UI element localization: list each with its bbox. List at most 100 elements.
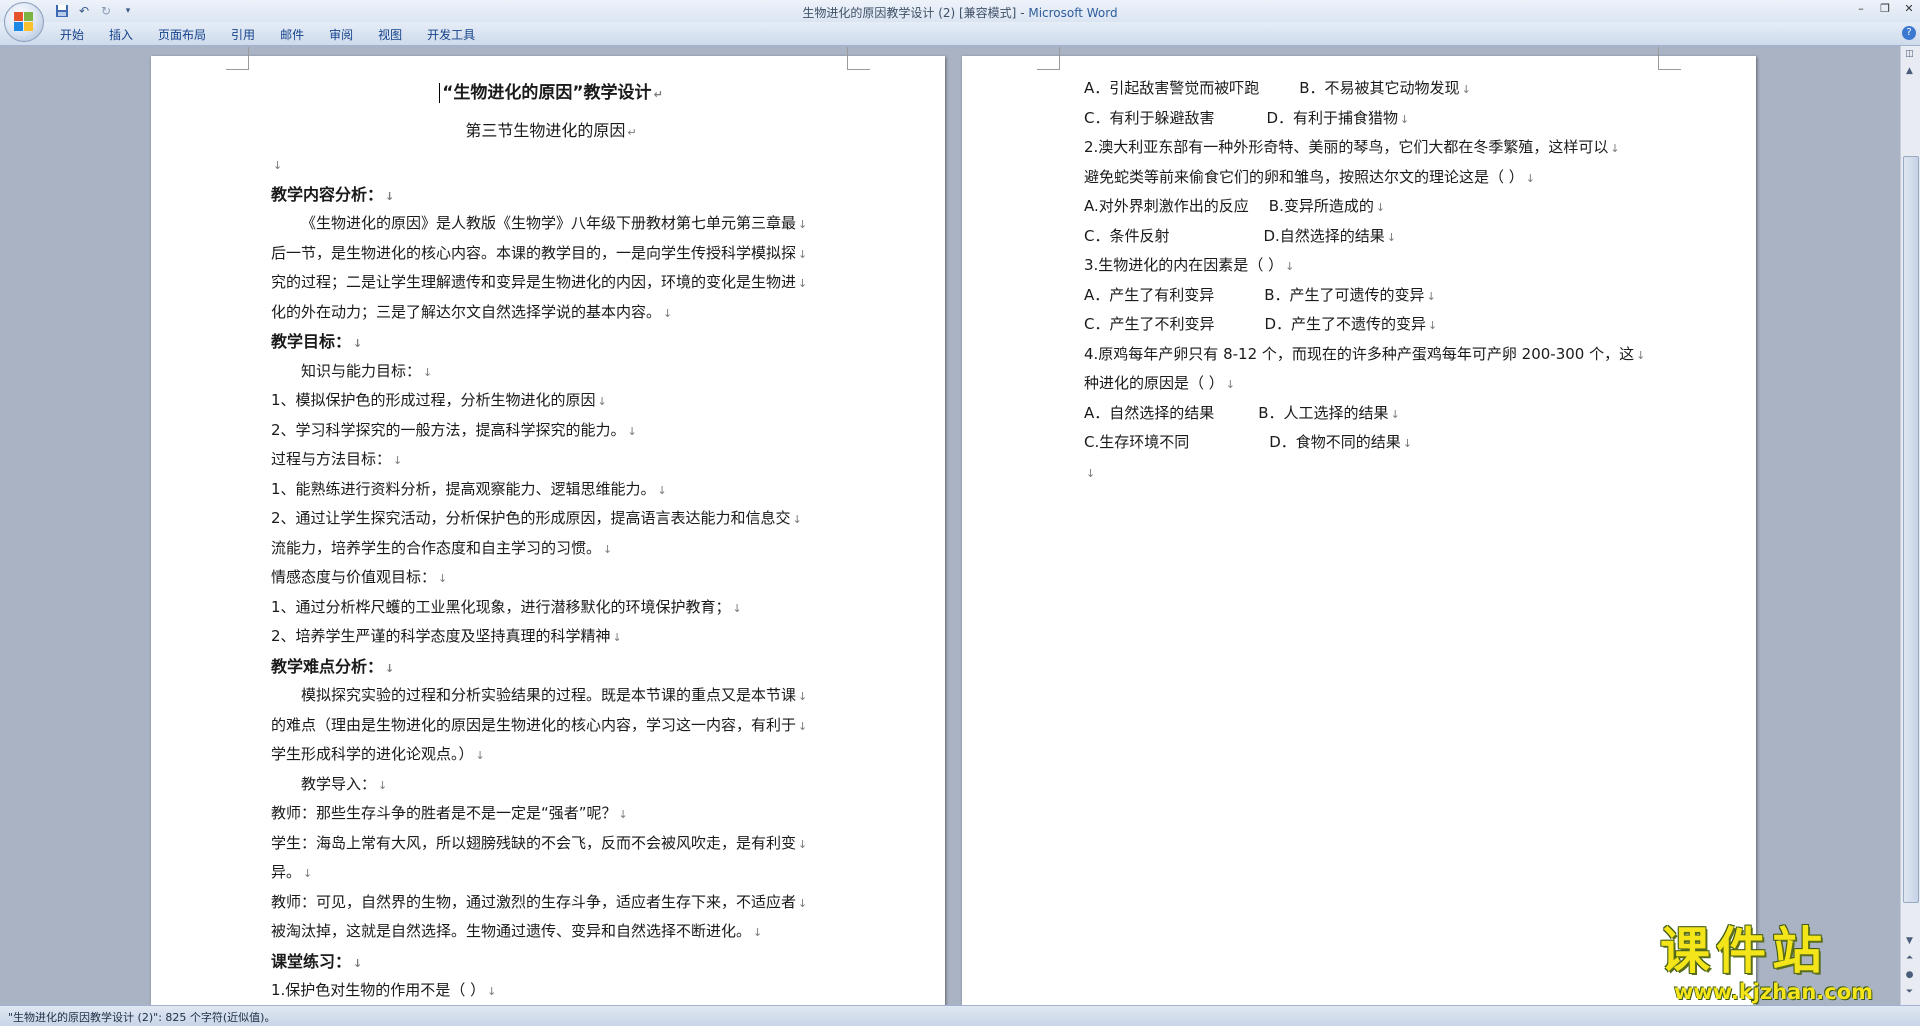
page-1[interactable]: “生物进化的原因”教学设计 ↵ 第三节生物进化的原因 ↵ ↓ 教学内容分析： ↓ 《生物进…: [151, 47, 945, 1005]
paragraph-line: 教师：那些生存斗争的胜者是不是一定是“强者”呢？ ↓: [271, 804, 628, 822]
close-icon[interactable]: ✕: [1902, 2, 1916, 16]
option-b: B．产生了可遗传的变异: [1264, 285, 1425, 304]
paragraph-mark: ↓: [438, 572, 448, 585]
paragraph-line: 1、通过分析桦尺蠖的工业黑化现象，进行潜移默化的环境保护教育； ↓: [271, 597, 742, 616]
answer-options-line: C．有利于躲避敌害 D．有利于捕食猎物 ↓: [1084, 104, 1644, 134]
paragraph-line: ↓: [271, 150, 831, 180]
question-line: 4.原鸡每年产卵只有 8-12 个，而现在的许多种产蛋鸡每年可产卵 200-30…: [1084, 344, 1646, 363]
answer-options-line: C．产生了不利变异 D．产生了不遗传的变异 ↓: [1084, 310, 1644, 340]
paragraph-line: 究的过程；二是让学生理解遗传和变异是生物进化的内因，环境的变化是生物进 ↓: [271, 273, 808, 291]
tab-page-layout[interactable]: 页面布局: [158, 26, 206, 43]
tab-review[interactable]: 审阅: [329, 26, 353, 43]
paragraph-mark: ↓: [798, 247, 808, 261]
answer-options-line: A．产生了有利变异 B．产生了可遗传的变异 ↓: [1084, 281, 1644, 311]
paragraph-mark: ↓: [1285, 260, 1295, 273]
scrollbar-nav-buttons: ▼ ⏶ ● ⏷: [1901, 933, 1918, 1001]
paragraph-mark: ↓: [1402, 437, 1413, 450]
tab-home[interactable]: 开始: [60, 26, 84, 43]
paragraph-line: 情感态度与价值观目标： ↓: [271, 568, 448, 586]
restore-icon[interactable]: ❐: [1878, 2, 1892, 16]
paragraph-line: 过程与方法目标： ↓: [271, 450, 403, 468]
paragraph-line: 被淘汰掉，这就是自然选择。生物通过遗传、变异和自然选择不断进化。 ↓: [271, 922, 763, 940]
ribbon-tabs: 开始 插入 页面布局 引用 邮件 审阅 视图 开发工具: [60, 26, 500, 43]
page-2-body: A．引起敌害警觉而被吓跑 B．不易被其它动物发现 ↓ C．有利于躲避敌害 D．有利于捕食…: [1084, 74, 1646, 487]
title-bar: ↶ ↻ ▾ 生物进化的原因教学设计 (2) [兼容模式] - Microsoft…: [0, 0, 1920, 42]
watermark-url: www.kjzhan.com: [1674, 980, 1874, 1004]
help-icon[interactable]: ?: [1902, 26, 1916, 40]
next-page-icon[interactable]: ⏷: [1901, 984, 1918, 1001]
paragraph-mark: ↓: [732, 601, 742, 615]
question-line: 避免蛇类等前来偷食它们的卵和雏鸟，按照达尔文的理论这是（ ） ↓: [1084, 167, 1535, 186]
tab-mailings[interactable]: 邮件: [280, 26, 304, 43]
page-1-body: ↓ 教学内容分析： ↓ 《生物进化的原因》是人教版《生物学》八年级下册教材第七单元第三…: [271, 150, 831, 1005]
option-b: D．食物不同的结果: [1269, 433, 1401, 451]
paragraph-line: 流能力，培养学生的合作态度和自主学习的习惯。 ↓: [271, 538, 613, 557]
paragraph-mark: ↓: [273, 159, 283, 172]
tab-view[interactable]: 视图: [378, 26, 402, 43]
paragraph-line: 学生形成科学的进化论观点。） ↓: [271, 745, 485, 763]
margin-corner-mark: [1658, 47, 1681, 70]
paragraph-mark: ↓: [1386, 230, 1397, 244]
question-line: 3.生物进化的内在因素是（ ） ↓: [1084, 256, 1295, 274]
paragraph-mark: ↓: [753, 926, 763, 939]
minimize-icon[interactable]: –: [1854, 2, 1868, 16]
office-logo-icon: [14, 12, 34, 32]
window-controls: – ❐ ✕: [1854, 2, 1916, 16]
option-a: C．有利于躲避敌害: [1084, 108, 1215, 127]
document-area[interactable]: “生物进化的原因”教学设计 ↵ 第三节生物进化的原因 ↵ ↓ 教学内容分析： ↓ 《生物进…: [0, 46, 1900, 1005]
paragraph-line: 2、通过让学生探究活动，分析保护色的形成原因，提高语言表达能力和信息交 ↓: [271, 509, 802, 527]
watermark-main-text: 课件站: [1660, 921, 1828, 980]
paragraph-mark: ↓: [1225, 378, 1235, 391]
office-button[interactable]: [4, 2, 44, 42]
option-b: D．产生了不遗传的变异: [1264, 315, 1427, 333]
paragraph-mark: ↓: [303, 867, 313, 880]
vertical-scrollbar[interactable]: ◫ ▲ ▼ ⏶ ● ⏷: [1900, 46, 1920, 1005]
paragraph-mark: ↓: [487, 985, 497, 998]
scroll-down-icon[interactable]: ▼: [1901, 933, 1918, 950]
paragraph-mark: ↓: [1525, 171, 1535, 185]
paragraph-mark: ↓: [378, 778, 388, 792]
question-line: 种进化的原因是（ ） ↓: [1084, 374, 1235, 392]
tab-references[interactable]: 引用: [231, 26, 255, 43]
paragraph-mark: ↓: [612, 631, 622, 644]
select-browse-object-icon[interactable]: ●: [1901, 967, 1918, 984]
paragraph-mark: ↓: [385, 189, 395, 203]
paragraph-mark: ↓: [798, 896, 808, 910]
previous-page-icon[interactable]: ⏶: [1901, 950, 1918, 967]
tab-developer[interactable]: 开发工具: [427, 26, 475, 43]
page-2-content: A．引起敌害警觉而被吓跑 B．不易被其它动物发现 ↓ C．有利于躲避敌害 D．有利于捕食…: [1084, 74, 1646, 487]
paragraph-mark: ↓: [663, 306, 673, 320]
paragraph-mark: ↓: [798, 277, 808, 290]
scroll-up-icon[interactable]: ▲: [1901, 63, 1918, 80]
status-word-count[interactable]: "生物进化的原因教学设计 (2)": 825 个字符(近似值)。: [8, 1009, 275, 1025]
paragraph-mark: ↓: [603, 542, 613, 556]
section-heading: 课堂练习： ↓: [271, 951, 363, 971]
page-2[interactable]: A．引起敌害警觉而被吓跑 B．不易被其它动物发现 ↓ C．有利于躲避敌害 D．有利于捕食…: [962, 47, 1756, 1005]
option-a: C．产生了不利变异: [1084, 315, 1215, 333]
paragraph-line: 学生：海岛上常有大风，所以翅膀残缺的不会飞，反而不会被风吹走，是有利变 ↓: [271, 833, 808, 852]
paragraph-mark: ↓: [792, 513, 802, 526]
ruler-toggle-icon[interactable]: ◫: [1901, 46, 1918, 63]
paragraph-line: 2、学习科学探究的一般方法，提高科学探究的能力。 ↓: [271, 420, 637, 439]
paragraph-line: 教师：可见，自然界的生物，通过激烈的生存斗争，适应者生存下来，不适应者 ↓: [271, 892, 808, 911]
scroll-thumb[interactable]: [1903, 156, 1919, 903]
paragraph-mark: ↓: [798, 719, 808, 733]
option-b: B．不易被其它动物发现: [1299, 79, 1460, 97]
answer-options-line: A.对外界刺激作出的反应 B.变异所造成的 ↓: [1084, 192, 1644, 222]
paragraph-mark: ↓: [475, 749, 485, 762]
option-b: D．有利于捕食猎物: [1266, 108, 1399, 127]
paragraph-line: 1、模拟保护色的形成过程，分析生物进化的原因 ↓: [271, 391, 607, 409]
paragraph-line: 异。 ↓: [271, 863, 313, 881]
tab-insert[interactable]: 插入: [109, 26, 133, 43]
paragraph-mark: ↓: [1390, 407, 1400, 421]
paragraph-mark: ↓: [1375, 201, 1386, 214]
page-1-content: “生物进化的原因”教学设计 ↵ 第三节生物进化的原因 ↵ ↓ 教学内容分析： ↓ 《生物进…: [271, 74, 831, 1005]
paragraph-mark: ↓: [798, 837, 808, 851]
paragraph-line: 知识与能力目标： ↓: [301, 361, 433, 380]
section-heading: 教学难点分析： ↓: [271, 656, 395, 676]
paragraph-line: 的难点（理由是生物进化的原因是生物进化的核心内容，学习这一内容，有利于 ↓: [271, 715, 808, 734]
document-title: “生物进化的原因”教学设计 ↵: [271, 74, 831, 112]
paragraph-mark: ↓: [423, 365, 433, 379]
paragraph-line: 《生物进化的原因》是人教版《生物学》八年级下册教材第七单元第三章最 ↓: [301, 214, 808, 232]
ribbon: 开始 插入 页面布局 引用 邮件 审阅 视图 开发工具 ?: [0, 22, 1920, 46]
